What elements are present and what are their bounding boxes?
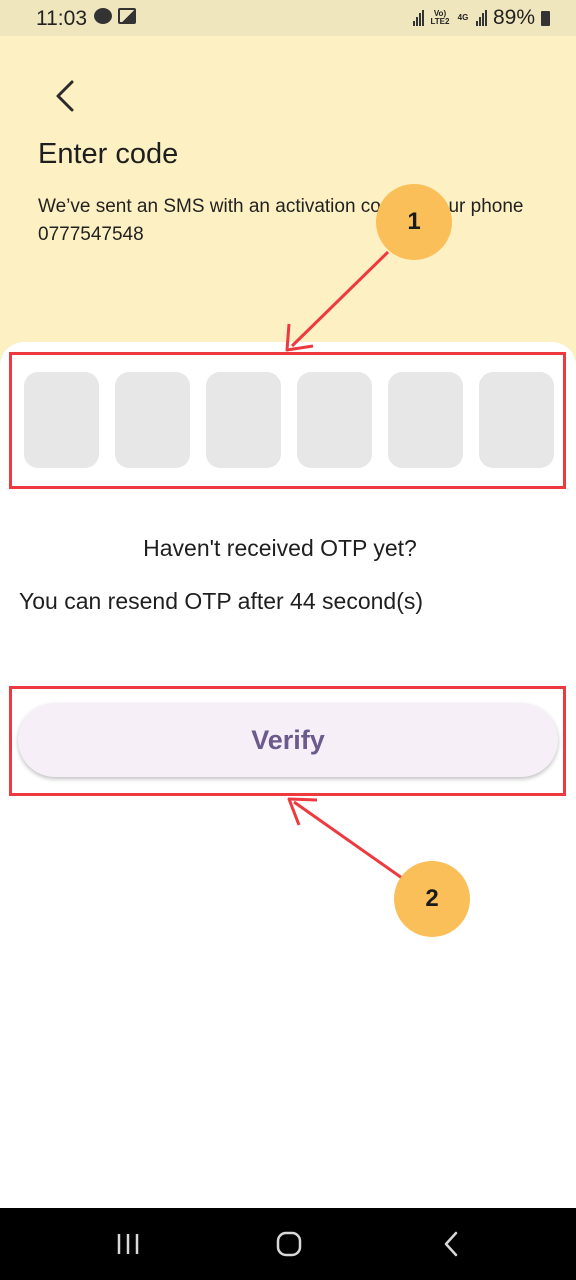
back-button[interactable] [46,76,82,116]
image-icon [118,8,136,24]
annotation-badge-2: 2 [394,861,470,937]
chevron-left-icon [56,80,74,112]
system-nav-bar [0,1208,576,1280]
nav-back-button[interactable] [421,1222,481,1266]
resend-countdown: You can resend OTP after 44 second(s) [19,588,424,614]
highlight-box-verify [9,686,566,796]
home-button[interactable] [259,1222,319,1266]
highlight-box-otp [9,352,566,489]
back-icon [444,1231,458,1257]
page-title: Enter code [38,138,179,170]
status-bar: 11:03 Vo) LTE2 4G 89% [0,0,576,36]
resend-question: Haven't received OTP yet? [143,535,417,561]
recent-apps-icon [117,1234,139,1254]
signal-icon [412,10,424,26]
network-type-label: 4G [457,13,469,22]
signal-icon-2 [475,10,487,26]
battery-percent: 89% [492,6,535,29]
annotation-badge-1: 1 [376,184,452,260]
status-time: 11:03 [36,7,87,30]
home-icon [276,1231,302,1257]
recent-apps-button[interactable] [98,1222,158,1266]
subtitle: We’ve sent an SMS with an activation cod… [38,196,524,245]
battery-icon [541,10,550,26]
chat-icon [94,8,112,24]
volte-label: Vo) LTE2 [430,9,450,26]
